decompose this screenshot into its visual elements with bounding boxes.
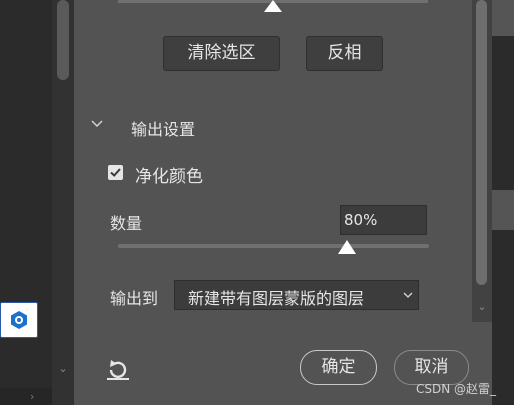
- output-to-label: 输出到: [110, 289, 159, 308]
- output-to-select[interactable]: 新建带有图层蒙版的图层: [174, 280, 419, 310]
- left-scroll-down-icon[interactable]: ⌄: [57, 362, 69, 376]
- chevron-right-icon[interactable]: ›: [30, 390, 34, 403]
- far-right-block: [492, 190, 514, 230]
- amount-slider-thumb[interactable]: [338, 240, 356, 254]
- output-settings-title[interactable]: 输出设置: [131, 116, 195, 140]
- left-scrollbar-thumb[interactable]: [57, 0, 69, 80]
- left-panel: [0, 0, 52, 405]
- app-shortcut-button[interactable]: [0, 302, 38, 338]
- invert-button[interactable]: 反相: [306, 36, 383, 71]
- right-scrollbar-thumb[interactable]: [476, 0, 487, 285]
- decontaminate-checkbox[interactable]: [108, 165, 123, 180]
- ok-button[interactable]: 确定: [300, 350, 377, 385]
- clear-selection-button[interactable]: 清除选区: [163, 36, 280, 71]
- amount-slider-track[interactable]: [118, 244, 429, 248]
- left-bottom-bar: [0, 388, 52, 405]
- checkmark-icon: [110, 168, 121, 177]
- reset-icon[interactable]: [105, 357, 131, 381]
- app-icon: [11, 311, 27, 329]
- chevron-down-icon[interactable]: [403, 290, 413, 300]
- top-slider-thumb[interactable]: [264, 0, 282, 12]
- far-right-panel: [492, 0, 514, 405]
- decontaminate-label[interactable]: 净化颜色: [135, 162, 203, 187]
- right-scrollbar[interactable]: ⌄: [472, 0, 492, 322]
- chevron-down-icon[interactable]: [90, 117, 104, 131]
- watermark: CSDN @赵雷_: [416, 382, 497, 396]
- right-scroll-down-icon[interactable]: ⌄: [475, 300, 489, 314]
- amount-input[interactable]: 80%: [340, 205, 427, 235]
- left-scrollbar[interactable]: ⌄: [52, 0, 74, 405]
- far-right-block: [492, 0, 514, 36]
- amount-label: 数量: [110, 214, 143, 233]
